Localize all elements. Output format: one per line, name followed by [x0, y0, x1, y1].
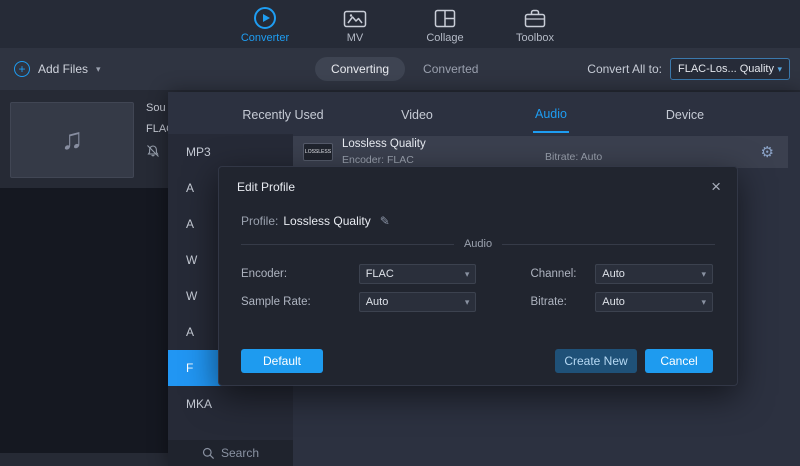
channel-label: Channel:	[530, 268, 595, 280]
profile-card-name: Lossless Quality	[342, 138, 426, 151]
profile-card-encoder: Encoder: FLAC	[342, 154, 426, 166]
chevron-down-icon: ▾	[465, 269, 470, 280]
nav-label: Collage	[426, 32, 463, 44]
top-nav: Converter MV Collage Toolbox	[0, 0, 800, 48]
gear-icon[interactable]: ⚙	[761, 145, 774, 160]
nav-label: MV	[347, 32, 364, 44]
modal-title: Edit Profile	[237, 180, 295, 194]
nav-tab-collage[interactable]: Collage	[413, 4, 477, 44]
toolbar: + Add Files ▾ Converting Converted Conve…	[0, 48, 800, 90]
mute-bell-icon[interactable]	[146, 144, 160, 158]
edit-pencil-icon[interactable]: ✎	[380, 214, 390, 228]
chevron-down-icon: ▾	[465, 297, 470, 308]
chevron-down-icon: ▾	[777, 64, 782, 75]
divider-line	[502, 244, 715, 245]
search-label: Search	[221, 446, 259, 460]
bitrate-label: Bitrate:	[530, 296, 595, 308]
profile-label: Profile:	[241, 214, 278, 228]
plus-icon: +	[14, 61, 30, 77]
convert-all-group: Convert All to: FLAC-Los... Quality ▾	[587, 48, 790, 90]
add-files-label: Add Files	[38, 62, 88, 76]
profile-value: Lossless Quality	[283, 214, 370, 228]
convert-all-label: Convert All to:	[587, 62, 662, 76]
channel-select[interactable]: Auto ▾	[595, 264, 713, 284]
tab-converting[interactable]: Converting	[315, 57, 405, 81]
default-button[interactable]: Default	[241, 349, 323, 373]
close-icon[interactable]: ×	[711, 180, 721, 194]
sample-rate-label: Sample Rate:	[241, 296, 359, 308]
modal-form: Encoder: FLAC ▾ Channel: Auto ▾ Sample R…	[219, 250, 737, 312]
sidebar-item-mka[interactable]: MKA	[168, 386, 293, 422]
cancel-button[interactable]: Cancel	[645, 349, 713, 373]
encoder-select[interactable]: FLAC ▾	[359, 264, 477, 284]
tab-device[interactable]: Device	[618, 92, 752, 134]
bitrate-select[interactable]: Auto ▾	[595, 292, 713, 312]
sample-rate-select[interactable]: Auto ▾	[359, 292, 477, 312]
edit-profile-modal: Edit Profile × Profile: Lossless Quality…	[218, 166, 738, 386]
toolbox-icon	[523, 7, 547, 29]
convert-all-value: FLAC-Los... Quality	[678, 63, 774, 75]
search-box[interactable]: Search	[168, 440, 293, 466]
add-files-button[interactable]: + Add Files ▾	[14, 48, 101, 90]
horizontal-scrollbar[interactable]	[0, 453, 168, 466]
nav-label: Converter	[241, 32, 289, 44]
file-list-background	[0, 188, 168, 466]
encoder-label: Encoder:	[241, 268, 359, 280]
convert-status-tabs: Converting Converted	[315, 48, 478, 90]
collage-icon	[433, 7, 457, 29]
chevron-down-icon: ▾	[96, 64, 101, 75]
file-thumbnail: ♫	[10, 102, 134, 178]
tab-audio[interactable]: Audio	[484, 92, 618, 134]
lossless-badge-icon: LOSSLESS	[303, 143, 333, 161]
music-note-icon: ♫	[61, 123, 84, 157]
app-window: Converter MV Collage Toolbox	[0, 0, 800, 466]
nav-tab-mv[interactable]: MV	[323, 4, 387, 44]
chevron-down-icon: ▾	[701, 269, 706, 280]
profile-card-lossless[interactable]: LOSSLESS Lossless Quality Encoder: FLAC …	[293, 136, 788, 168]
section-label: Audio	[464, 238, 492, 250]
format-panel-tabs: Recently Used Video Audio Device	[168, 92, 800, 134]
tab-video[interactable]: Video	[350, 92, 484, 134]
sidebar-item-mp3[interactable]: MP3	[168, 134, 293, 170]
chevron-down-icon: ▾	[701, 297, 706, 308]
search-icon	[202, 447, 215, 460]
nav-label: Toolbox	[516, 32, 554, 44]
tab-converted[interactable]: Converted	[423, 62, 478, 76]
divider-line	[241, 244, 454, 245]
nav-tab-converter[interactable]: Converter	[233, 4, 297, 44]
create-new-button[interactable]: Create New	[555, 349, 637, 373]
tab-recently-used[interactable]: Recently Used	[216, 92, 350, 134]
mv-icon	[343, 7, 367, 29]
nav-tab-toolbox[interactable]: Toolbox	[503, 4, 567, 44]
converter-play-icon	[254, 7, 276, 29]
profile-card-bitrate: Bitrate: Auto	[545, 151, 602, 163]
convert-all-select[interactable]: FLAC-Los... Quality ▾	[670, 58, 790, 80]
